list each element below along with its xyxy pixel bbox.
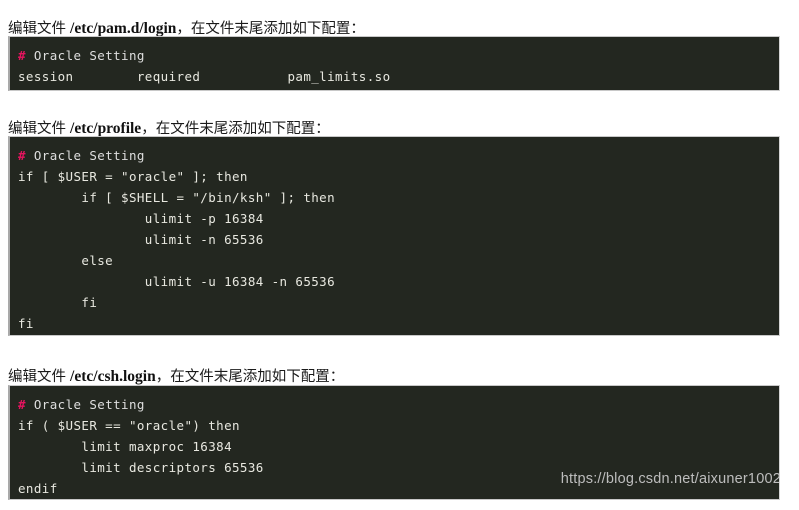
- code-line: fi: [18, 316, 34, 331]
- paragraph-suffix-3: ，在文件末尾添加如下配置：: [155, 368, 345, 385]
- paragraph-prefix-3: 编辑文件: [8, 368, 71, 385]
- comment-hash-icon: #: [18, 397, 26, 412]
- paragraph-suffix-2: ，在文件末尾添加如下配置：: [141, 120, 330, 137]
- code-line: else: [18, 253, 114, 268]
- code-block-pam-login[interactable]: # Oracle Setting session required pam_li…: [8, 36, 780, 91]
- code-block-csh-login[interactable]: # Oracle Setting if ( $USER == "oracle")…: [8, 385, 780, 500]
- code-line: ulimit -n 65536: [18, 232, 264, 247]
- code-comment-line-1: # Oracle Setting: [10, 45, 779, 66]
- code-line: fi: [18, 295, 98, 310]
- code-line: if ( $USER == "oracle") then: [18, 418, 240, 433]
- article-body: 编辑文件 /etc/pam.d/login，在文件末尾添加如下配置： # Ora…: [0, 0, 799, 510]
- comment-hash-icon: #: [18, 48, 26, 63]
- code-comment-line-2: # Oracle Setting: [10, 145, 779, 166]
- code-line: session required pam_limits.so: [18, 69, 391, 84]
- comment-text-3: Oracle Setting: [25, 397, 145, 412]
- code-line: ulimit -u 16384 -n 65536: [18, 274, 336, 289]
- paragraph-prefix-1: 编辑文件: [8, 20, 71, 37]
- file-path-1: /etc/pam.d/login: [70, 19, 177, 37]
- watermark-url: https://blog.csdn.net/aixuner1002: [560, 471, 780, 487]
- code-line: if [ $SHELL = "/bin/ksh" ]; then: [18, 190, 336, 205]
- paragraph-csh-login: 编辑文件 /etc/csh.login，在文件末尾添加如下配置：: [8, 367, 344, 387]
- code-line: limit maxproc 16384: [18, 439, 232, 454]
- code-line: if [ $USER = "oracle" ]; then: [18, 169, 248, 184]
- paragraph-suffix-1: ，在文件末尾添加如下配置：: [176, 20, 365, 37]
- code-block-profile[interactable]: # Oracle Setting if [ $USER = "oracle" ]…: [8, 136, 780, 336]
- code-comment-line-3: # Oracle Setting: [10, 394, 779, 415]
- file-path-3: /etc/csh.login: [70, 367, 156, 385]
- file-path-2: /etc/profile: [70, 119, 142, 137]
- comment-hash-icon: #: [18, 148, 26, 163]
- code-line: ulimit -p 16384: [18, 211, 264, 226]
- paragraph-prefix-2: 编辑文件: [8, 120, 71, 137]
- comment-text-1: Oracle Setting: [25, 48, 145, 63]
- comment-text-2: Oracle Setting: [25, 148, 145, 163]
